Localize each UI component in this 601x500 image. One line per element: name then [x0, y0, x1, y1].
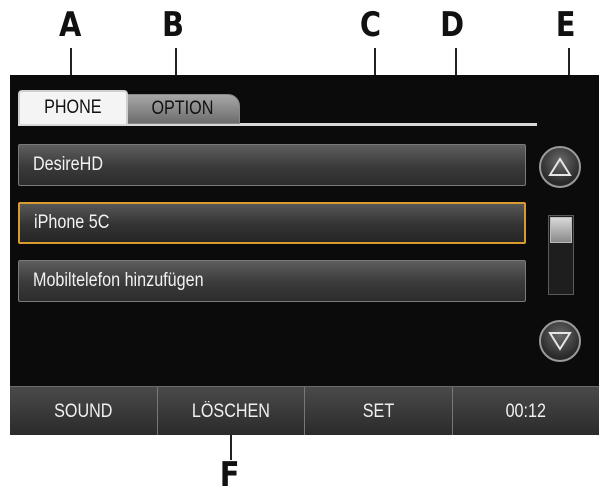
callout-d: D	[440, 5, 465, 45]
scroll-up-button[interactable]	[539, 146, 581, 188]
phone-screen: PHONE OPTION DesireHD iPhone 5C Mobiltel…	[10, 75, 599, 435]
list-item-label: Mobiltelefon hinzufügen	[33, 270, 204, 291]
callout-b: B	[161, 5, 184, 45]
list-item-label: DesireHD	[33, 154, 104, 175]
scrollbar-track[interactable]	[548, 215, 574, 295]
set-label: SET	[362, 400, 394, 422]
callout-f: F	[219, 455, 240, 495]
list-item-add-phone[interactable]: Mobiltelefon hinzufügen	[18, 260, 526, 302]
callout-c: C	[359, 5, 382, 45]
sound-label: SOUND	[54, 400, 113, 422]
list-item-label: iPhone 5C	[34, 212, 110, 233]
triangle-up-icon	[548, 157, 572, 176]
triangle-down-icon	[548, 332, 572, 351]
delete-button[interactable]: LÖSCHEN	[158, 387, 305, 435]
tab-option[interactable]: OPTION	[125, 94, 240, 124]
list-item-iphone-5c[interactable]: iPhone 5C	[18, 202, 526, 244]
delete-label: LÖSCHEN	[191, 400, 270, 422]
callout-a: A	[58, 5, 82, 45]
callout-e: E	[555, 5, 576, 45]
clock: 00:12	[453, 387, 600, 435]
sound-button[interactable]: SOUND	[10, 387, 158, 435]
bottom-bar: SOUND LÖSCHEN SET 00:12	[10, 386, 599, 435]
scrollbar-thumb[interactable]	[550, 217, 572, 243]
tab-option-label: OPTION	[151, 98, 214, 119]
clock-label: 00:12	[505, 400, 546, 422]
tab-phone-label: PHONE	[44, 97, 102, 118]
scroll-down-button[interactable]	[539, 320, 581, 362]
list-item-desirehd[interactable]: DesireHD	[18, 144, 526, 186]
set-button[interactable]: SET	[305, 387, 453, 435]
tab-phone[interactable]: PHONE	[18, 90, 128, 124]
